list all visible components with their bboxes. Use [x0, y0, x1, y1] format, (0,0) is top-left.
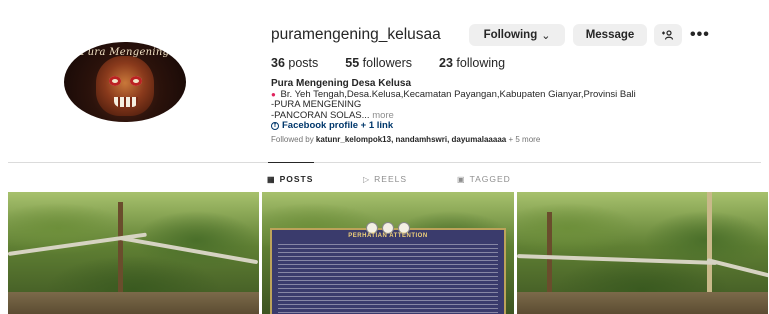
posts-label: posts	[288, 56, 319, 70]
posts-stat: 36 posts	[271, 56, 318, 70]
forest-photo: PERHATIAN ATTENTION	[262, 192, 514, 314]
tagged-icon: ▣	[457, 174, 466, 184]
bio-line-2: -PANCORAN SOLAS...	[271, 109, 370, 121]
attention-signboard: PERHATIAN ATTENTION	[270, 222, 506, 314]
mask-eye-left	[109, 76, 121, 86]
profile-bio: Pura Mengening Desa Kelusa ● Br. Yeh Ten…	[271, 78, 761, 132]
ground	[517, 292, 768, 314]
tab-reels[interactable]: ▷ REELS	[363, 174, 407, 184]
following-stat[interactable]: 23 following	[439, 56, 505, 70]
tab-reels-label: REELS	[374, 174, 408, 184]
followed-by[interactable]: Followed by katunr_kelompok13, nandamhsw…	[271, 135, 540, 144]
following-label: following	[456, 56, 506, 70]
profile-stats: 36 posts 55 followers 23 following	[271, 56, 532, 70]
tab-tagged[interactable]: ▣ TAGGED	[457, 174, 511, 184]
followed-by-users: katunr_kelompok13, nandamhswri, dayumala…	[315, 135, 507, 144]
followers-stat[interactable]: 55 followers	[345, 56, 412, 70]
ground	[8, 292, 259, 314]
bio-links[interactable]: f Facebook profile + 1 link	[271, 121, 761, 132]
message-button[interactable]: Message	[573, 24, 647, 46]
forest-photo	[8, 192, 259, 314]
grid-icon: ▦	[267, 174, 276, 184]
following-count: 23	[439, 56, 453, 70]
posts-grid: PERHATIAN ATTENTION	[8, 192, 768, 314]
add-user-icon	[662, 30, 674, 40]
post-thumbnail[interactable]	[517, 192, 768, 314]
posts-count: 36	[271, 56, 285, 70]
barong-mask-image	[96, 56, 154, 116]
railing	[119, 236, 259, 265]
tab-posts[interactable]: ▦ POSTS	[267, 174, 313, 184]
profile-avatar[interactable]: Pura Mengening	[64, 42, 186, 122]
followed-by-suffix: + 5 more	[508, 135, 541, 144]
railing	[706, 258, 768, 279]
post-thumbnail[interactable]	[8, 192, 259, 314]
message-button-label: Message	[585, 29, 635, 41]
forest-photo	[517, 192, 768, 314]
mask-fangs	[114, 97, 138, 107]
profile-username: puramengening_kelusaa	[271, 26, 441, 43]
mask-eye-right	[130, 76, 142, 86]
suggest-users-button[interactable]	[654, 24, 682, 46]
link-icon: f	[271, 121, 279, 130]
sign-text-lines	[278, 244, 498, 314]
bio-link-text: Facebook profile + 1 link	[282, 120, 394, 132]
reels-icon: ▷	[363, 174, 371, 184]
post-thumbnail[interactable]: PERHATIAN ATTENTION	[262, 192, 514, 314]
bio-more-link[interactable]: more	[372, 110, 394, 121]
followed-by-prefix: Followed by	[271, 135, 314, 144]
following-button-label: Following	[483, 29, 538, 41]
tab-posts-label: POSTS	[279, 174, 314, 184]
more-options-icon[interactable]: •••	[690, 26, 710, 44]
location-pin-icon: ●	[271, 89, 276, 99]
active-tab-indicator	[268, 162, 314, 163]
followers-count: 55	[345, 56, 360, 70]
tabs-divider	[8, 162, 761, 163]
bio-location: Br. Yeh Tengah,Desa.Kelusa,Kecamatan Pay…	[280, 88, 636, 100]
followers-label: followers	[362, 56, 412, 70]
tab-tagged-label: TAGGED	[469, 174, 511, 184]
sign-title: PERHATIAN ATTENTION	[348, 233, 428, 239]
chevron-down-icon: ⌄	[541, 29, 551, 42]
following-button[interactable]: Following ⌄	[469, 24, 565, 46]
